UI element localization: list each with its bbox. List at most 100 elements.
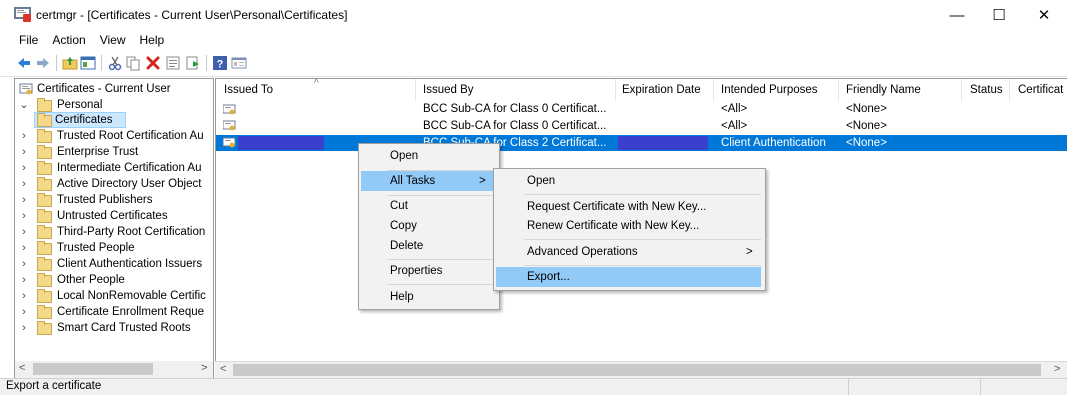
scroll-right-icon[interactable]: > (201, 362, 207, 374)
cell-friendly-name: <None> (846, 120, 887, 132)
submenu-export[interactable]: Export... (496, 267, 761, 287)
column-divider[interactable] (713, 79, 714, 101)
delete-icon[interactable] (145, 55, 161, 71)
cell-intended-purposes: <All> (721, 120, 748, 132)
tree-item-store[interactable]: › Active Directory User Object (15, 176, 211, 192)
tree-item-label: Trusted People (57, 242, 135, 254)
tree-certificates-label: Certificates (55, 114, 113, 126)
folder-icon (37, 321, 52, 335)
chevron-right-icon[interactable]: › (19, 320, 29, 336)
help-icon[interactable]: ? (212, 55, 228, 71)
column-divider[interactable] (1009, 79, 1010, 101)
console-tree-icon[interactable] (231, 55, 247, 71)
all-tasks-submenu: Open Request Certificate with New Key...… (493, 168, 766, 291)
export-list-icon[interactable] (185, 55, 201, 71)
column-header-intended-purposes[interactable]: Intended Purposes (721, 79, 818, 101)
maximize-button[interactable]: ☐ (976, 0, 1022, 30)
menu-help[interactable]: Help (133, 30, 172, 50)
tree-item-personal[interactable]: ⌄ Personal (15, 97, 211, 113)
chevron-right-icon[interactable]: › (19, 192, 29, 208)
tree-horizontal-scrollbar[interactable]: < > (14, 361, 214, 379)
chevron-right-icon[interactable]: › (19, 224, 29, 240)
chevron-right-icon[interactable]: › (19, 128, 29, 144)
folder-icon (37, 145, 52, 159)
column-divider[interactable] (961, 79, 962, 101)
context-menu-cut[interactable]: Cut (390, 195, 408, 217)
tree-item-store[interactable]: › Trusted Root Certification Au (15, 128, 211, 144)
submenu-open[interactable]: Open (527, 170, 555, 192)
tree-item-root[interactable]: Certificates - Current User (15, 81, 211, 97)
context-menu: Open All Tasks > Cut Copy Delete Propert… (358, 143, 500, 310)
tree-item-store[interactable]: › Intermediate Certification Au (15, 160, 211, 176)
context-menu-copy[interactable]: Copy (390, 215, 417, 237)
minimize-button[interactable]: — (934, 0, 980, 30)
chevron-right-icon[interactable]: › (19, 256, 29, 272)
folder-icon (37, 273, 52, 287)
tree-item-store[interactable]: › Client Authentication Issuers (15, 256, 211, 272)
chevron-right-icon[interactable]: › (19, 304, 29, 320)
column-header-issued-to[interactable]: Issued To (224, 79, 273, 101)
scroll-thumb[interactable] (33, 363, 153, 375)
scroll-thumb[interactable] (233, 364, 1041, 376)
tree-item-store[interactable]: › Certificate Enrollment Reque (15, 304, 211, 320)
submenu-advanced-operations[interactable]: Advanced Operations (527, 241, 638, 263)
chevron-right-icon[interactable]: › (19, 144, 29, 160)
chevron-right-icon[interactable]: › (19, 176, 29, 192)
column-divider[interactable] (615, 79, 616, 101)
menu-action[interactable]: Action (45, 30, 92, 50)
chevron-right-icon[interactable]: › (19, 208, 29, 224)
column-header-status[interactable]: Status (970, 79, 1003, 101)
tree-item-certificates[interactable]: Certificates (15, 112, 211, 128)
context-menu-properties[interactable]: Properties (390, 260, 442, 282)
scroll-right-icon[interactable]: > (1054, 363, 1060, 375)
column-divider[interactable] (838, 79, 839, 101)
context-menu-open[interactable]: Open (390, 145, 418, 167)
context-menu-all-tasks[interactable]: All Tasks > (361, 171, 495, 191)
certmgr-app-icon (14, 7, 31, 22)
chevron-right-icon[interactable]: › (19, 160, 29, 176)
tree-item-store[interactable]: › Local NonRemovable Certific (15, 288, 211, 304)
column-header-friendly-name[interactable]: Friendly Name (846, 79, 921, 101)
scroll-left-icon[interactable]: < (220, 363, 226, 375)
tree-item-store[interactable]: › Smart Card Trusted Roots (15, 320, 211, 336)
column-header-certificate-template[interactable]: Certificat (1018, 79, 1063, 101)
copy-icon[interactable] (125, 55, 141, 71)
up-folder-icon[interactable] (62, 55, 78, 71)
column-header-expiration-date[interactable]: Expiration Date (622, 79, 701, 101)
tree-item-store[interactable]: › Enterprise Trust (15, 144, 211, 160)
column-header-issued-by[interactable]: Issued By (423, 79, 474, 101)
tree-item-label: Certificate Enrollment Reque (57, 306, 205, 318)
table-row-selected[interactable]: BCC Sub-CA for Class 2 Certificat... Cli… (216, 135, 1067, 151)
chevron-down-icon[interactable]: ⌄ (19, 97, 29, 113)
menu-view[interactable]: View (93, 30, 133, 50)
back-arrow-icon[interactable] (16, 55, 32, 71)
chevron-right-icon[interactable]: › (19, 288, 29, 304)
properties-icon[interactable] (165, 55, 181, 71)
close-button[interactable]: ✕ (1021, 0, 1067, 30)
show-hide-tree-icon[interactable] (80, 55, 96, 71)
column-divider[interactable] (415, 79, 416, 101)
context-menu-delete[interactable]: Delete (390, 235, 423, 257)
forward-arrow-icon[interactable] (35, 55, 51, 71)
tree-item-store[interactable]: › Other People (15, 272, 211, 288)
folder-icon (37, 161, 52, 175)
menu-file[interactable]: File (0, 30, 45, 50)
folder-icon (37, 241, 52, 255)
chevron-right-icon[interactable]: › (19, 240, 29, 256)
scroll-left-icon[interactable]: < (19, 362, 25, 374)
list-horizontal-scrollbar[interactable]: < > (215, 361, 1067, 379)
certificate-store-icon (19, 83, 33, 95)
cell-issued-by: BCC Sub-CA for Class 0 Certificat... (423, 120, 607, 132)
svg-text:?: ? (217, 59, 224, 71)
tree-item-store[interactable]: › Third-Party Root Certification (15, 224, 211, 240)
tree-item-store[interactable]: › Untrusted Certificates (15, 208, 211, 224)
tree-item-store[interactable]: › Trusted People (15, 240, 211, 256)
cut-icon[interactable] (107, 55, 123, 71)
chevron-right-icon[interactable]: › (19, 272, 29, 288)
console-tree[interactable]: Certificates - Current User ⌄ Personal C… (14, 78, 214, 363)
context-menu-help[interactable]: Help (390, 286, 414, 308)
folder-icon (37, 209, 52, 223)
tree-item-store[interactable]: › Trusted Publishers (15, 192, 211, 208)
cell-issued-by: BCC Sub-CA for Class 0 Certificat... (423, 103, 607, 115)
submenu-renew-certificate-new-key[interactable]: Renew Certificate with New Key... (527, 215, 699, 237)
